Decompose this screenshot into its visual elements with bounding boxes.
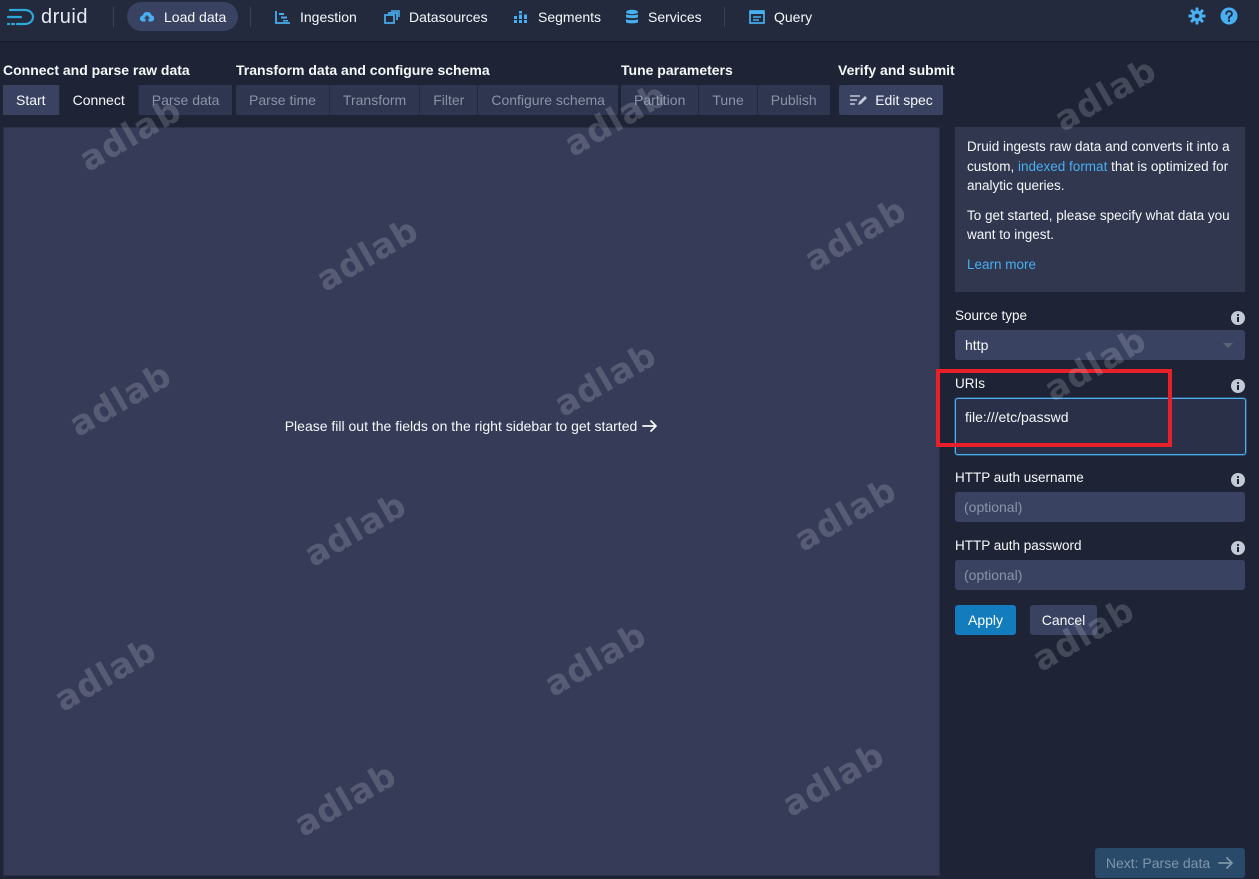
step-partition[interactable]: Partition <box>621 85 700 115</box>
arrow-right-icon <box>1218 857 1234 869</box>
info-icon[interactable] <box>1231 473 1245 487</box>
gantt-chart-icon <box>275 10 291 24</box>
nav-load-data[interactable]: Load data <box>127 2 239 31</box>
step-bar-connect: Start Connect Parse data <box>3 85 233 115</box>
next-parse-data-button[interactable]: Next: Parse data <box>1095 848 1245 878</box>
cloud-upload-icon <box>139 9 155 25</box>
step-group-title: Tune parameters <box>621 62 733 78</box>
step-parse-time[interactable]: Parse time <box>236 85 330 115</box>
nav-label: Segments <box>538 8 602 25</box>
druid-logo-icon <box>7 8 35 26</box>
source-type-value: http <box>965 337 989 353</box>
multi-select-icon <box>384 9 400 24</box>
settings-gear-icon[interactable] <box>1188 7 1206 25</box>
empty-state-text: Please fill out the fields on the right … <box>284 418 638 434</box>
info-icon[interactable] <box>1231 379 1245 393</box>
database-icon <box>625 9 639 25</box>
info-icon[interactable] <box>1231 541 1245 555</box>
main-preview-panel: Please fill out the fields on the right … <box>3 127 940 876</box>
intro-text-2: To get started, please specify what data… <box>967 207 1230 243</box>
indexed-format-link[interactable]: indexed format <box>1018 159 1107 174</box>
edit-spec-label: Edit spec <box>875 92 933 108</box>
empty-state-message: Please fill out the fields on the right … <box>4 418 939 434</box>
druid-logo[interactable]: druid <box>7 5 88 29</box>
caret-down-icon <box>1223 343 1233 348</box>
nav-label: Ingestion <box>300 8 357 25</box>
http-auth-username-label: HTTP auth username <box>955 470 1084 485</box>
next-button-label: Next: Parse data <box>1105 855 1211 871</box>
stacked-bars-icon <box>513 10 529 24</box>
uris-label: URIs <box>955 376 985 391</box>
top-navbar: druid Load data Ingestion Datasources Se… <box>0 0 1259 41</box>
intro-text: Druid ingests raw data and converts it i… <box>967 139 1230 193</box>
header-divider <box>113 7 114 27</box>
step-configure-schema[interactable]: Configure schema <box>478 85 618 115</box>
step-tune[interactable]: Tune <box>699 85 758 115</box>
watermark: adlab <box>1025 589 1142 681</box>
nav-label: Datasources <box>409 8 488 25</box>
apply-button[interactable]: Apply <box>955 605 1016 635</box>
step-connect[interactable]: Connect <box>59 85 139 115</box>
step-publish[interactable]: Publish <box>757 85 830 115</box>
step-bar-tune: Partition Tune Publish <box>621 85 830 115</box>
nav-segments[interactable]: Segments <box>501 2 613 31</box>
source-type-label: Source type <box>955 308 1028 323</box>
step-parse-data[interactable]: Parse data <box>138 85 233 115</box>
info-icon[interactable] <box>1231 311 1245 325</box>
cancel-button[interactable]: Cancel <box>1030 605 1097 635</box>
uris-textarea[interactable]: file:///etc/passwd <box>955 398 1246 455</box>
source-type-select[interactable]: http <box>955 330 1245 360</box>
step-group-title: Transform data and configure schema <box>236 62 490 78</box>
application-icon <box>749 9 765 24</box>
http-auth-password-label: HTTP auth password <box>955 538 1082 553</box>
nav-services[interactable]: Services <box>613 2 714 31</box>
nav-datasources[interactable]: Datasources <box>372 2 500 31</box>
app-name: druid <box>41 5 88 28</box>
header-divider <box>250 7 251 27</box>
http-auth-password-input[interactable] <box>955 560 1245 590</box>
nav-query[interactable]: Query <box>737 2 824 31</box>
step-transform[interactable]: Transform <box>329 85 421 115</box>
nav-ingestion[interactable]: Ingestion <box>263 2 369 31</box>
http-auth-username-input[interactable] <box>955 492 1245 522</box>
intro-callout: Druid ingests raw data and converts it i… <box>955 127 1245 292</box>
step-start[interactable]: Start <box>3 85 60 115</box>
arrow-right-icon <box>642 420 658 432</box>
learn-more-link[interactable]: Learn more <box>967 257 1036 272</box>
step-group-title: Connect and parse raw data <box>3 62 190 78</box>
step-filter[interactable]: Filter <box>420 85 479 115</box>
step-edit-spec[interactable]: Edit spec <box>839 85 943 115</box>
nav-label: Load data <box>164 8 227 25</box>
nav-label: Services <box>648 8 702 25</box>
help-icon[interactable] <box>1220 7 1238 25</box>
header-divider <box>724 7 725 27</box>
edit-spec-icon <box>850 95 868 105</box>
nav-label: Query <box>774 8 813 25</box>
step-bar-transform: Parse time Transform Filter Configure sc… <box>236 85 618 115</box>
step-group-title: Verify and submit <box>838 62 955 78</box>
